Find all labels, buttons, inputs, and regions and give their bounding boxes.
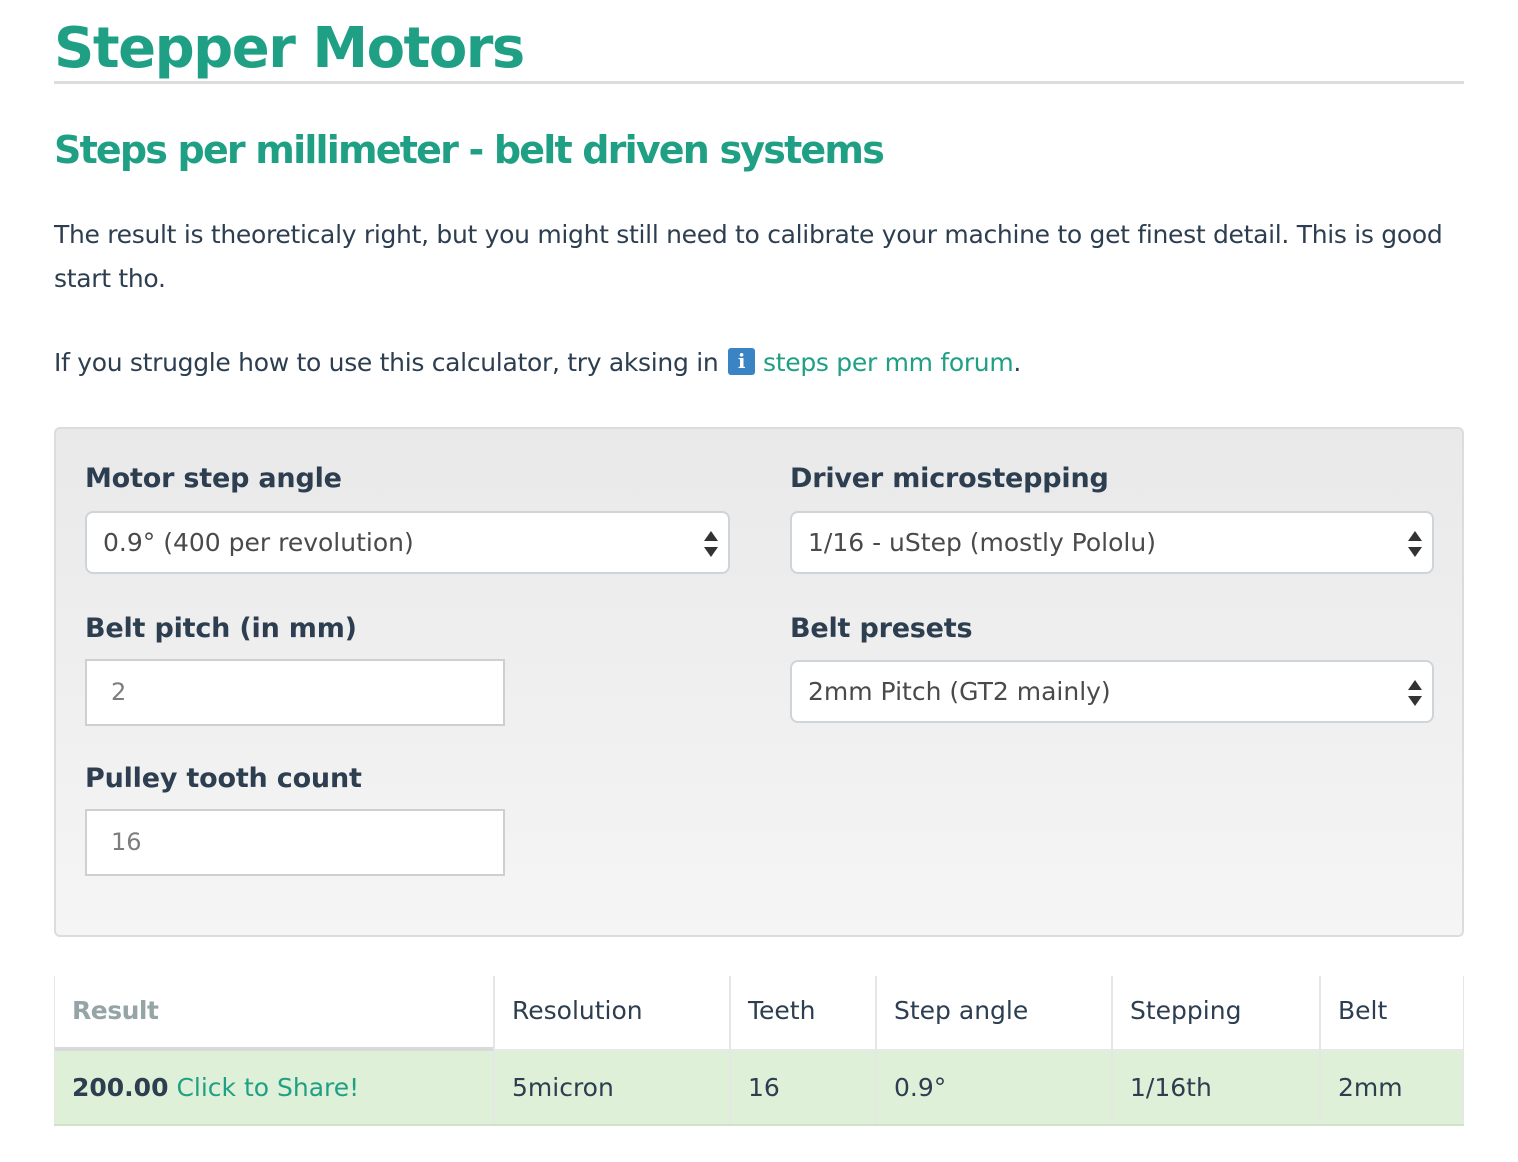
forum-link[interactable]: steps per mm forum	[763, 348, 1014, 377]
table-right-border	[1463, 976, 1464, 1126]
intro-text: The result is theoreticaly right, but yo…	[54, 220, 1443, 293]
table-bottom-border	[54, 1124, 1464, 1126]
result-value: 200.00	[72, 1073, 169, 1102]
pulley-tooth-count-label: Pulley tooth count	[85, 763, 362, 794]
header-stepping: Stepping	[1112, 976, 1320, 1051]
page-title: Stepper Motors	[54, 16, 525, 81]
select-arrows-icon	[704, 531, 718, 557]
header-teeth: Teeth	[730, 976, 876, 1051]
calculator-form: Motor step angle 0.9° (400 per revolutio…	[54, 427, 1464, 937]
resolution-cell: 5micron	[494, 1051, 730, 1126]
column-divider	[493, 976, 495, 1126]
result-cell: 200.00 Click to Share!	[54, 1051, 494, 1126]
share-link[interactable]: Click to Share!	[176, 1073, 359, 1102]
results-table: Result Resolution Teeth Step angle Stepp…	[54, 976, 1464, 1126]
title-divider	[54, 81, 1464, 84]
driver-microstepping-select[interactable]: 1/16 - uStep (mostly Pololu)	[790, 511, 1434, 574]
header-result: Result	[54, 976, 494, 1051]
column-divider	[729, 976, 731, 1126]
help-prefix: If you struggle how to use this calculat…	[54, 348, 719, 377]
help-text: If you struggle how to use this calculat…	[54, 341, 1021, 385]
step-angle-cell: 0.9°	[876, 1051, 1112, 1126]
header-resolution: Resolution	[494, 976, 730, 1051]
belt-cell: 2mm	[1320, 1051, 1464, 1126]
driver-microstepping-label: Driver microstepping	[790, 463, 1109, 494]
column-divider	[1111, 976, 1113, 1126]
pulley-tooth-count-input[interactable]: 16	[85, 809, 505, 876]
select-arrows-icon	[1408, 531, 1422, 557]
belt-pitch-input[interactable]: 2	[85, 659, 505, 726]
belt-presets-label: Belt presets	[790, 613, 973, 644]
motor-step-angle-value: 0.9° (400 per revolution)	[103, 528, 414, 557]
motor-step-angle-label: Motor step angle	[85, 463, 342, 494]
driver-microstepping-value: 1/16 - uStep (mostly Pololu)	[808, 528, 1156, 557]
header-step-angle: Step angle	[876, 976, 1112, 1051]
select-arrows-icon	[1408, 680, 1422, 706]
info-icon: i	[728, 348, 756, 375]
table-left-border	[54, 976, 55, 1126]
belt-pitch-label: Belt pitch (in mm)	[85, 613, 357, 644]
help-suffix: .	[1013, 348, 1022, 377]
teeth-cell: 16	[730, 1051, 876, 1126]
section-title: Steps per millimeter - belt driven syste…	[54, 128, 885, 172]
stepping-cell: 1/16th	[1112, 1051, 1320, 1126]
motor-step-angle-select[interactable]: 0.9° (400 per revolution)	[85, 511, 730, 574]
column-divider	[1319, 976, 1321, 1126]
column-divider	[875, 976, 877, 1126]
belt-presets-select[interactable]: 2mm Pitch (GT2 mainly)	[790, 660, 1434, 723]
belt-presets-value: 2mm Pitch (GT2 mainly)	[808, 677, 1111, 706]
header-belt: Belt	[1320, 976, 1464, 1051]
